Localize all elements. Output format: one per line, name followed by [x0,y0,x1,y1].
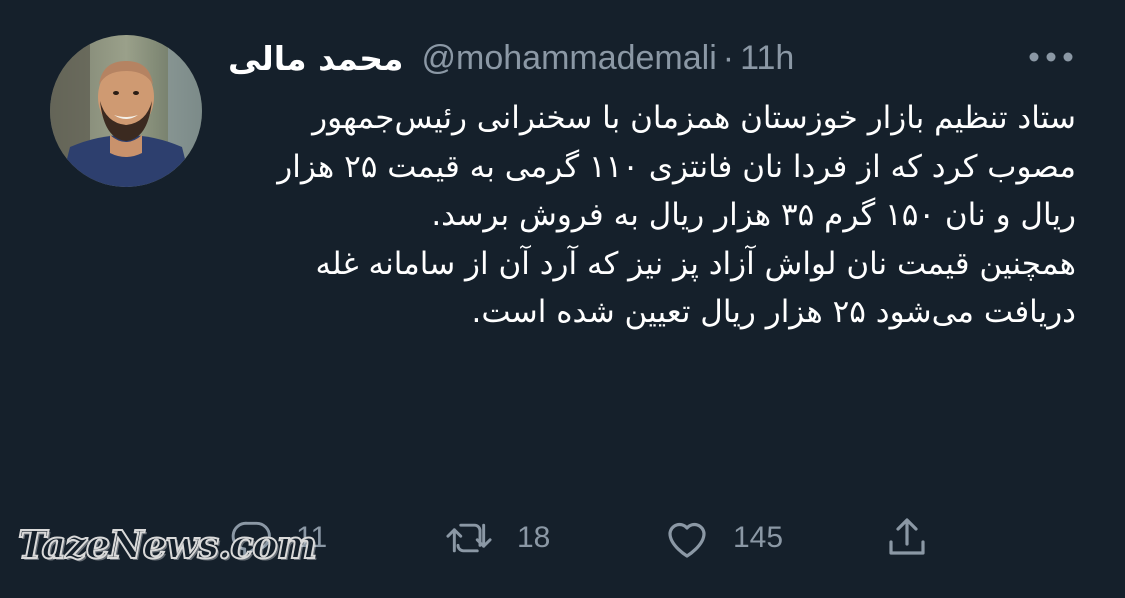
avatar-image [50,35,202,187]
share-icon [889,518,925,555]
more-icon [1029,52,1073,62]
heart-icon [668,522,706,558]
tweet-header: محمد مالی @mohammademali · 11h [228,30,794,86]
retweet-count: 18 [517,521,551,554]
separator-dot: · [722,38,735,77]
avatar[interactable] [50,35,202,187]
tweet-text: ستاد تنظیم بازار خوزستان همزمان با سخنرا… [250,94,1076,337]
more-options-button[interactable] [1026,40,1076,74]
user-handle[interactable]: @mohammademali [422,39,717,78]
like-button[interactable]: 145 [663,510,783,566]
tweet-paragraph: ستاد تنظیم بازار خوزستان همزمان با سخنرا… [277,100,1076,233]
share-button[interactable] [882,510,932,566]
retweet-button[interactable]: 18 [443,510,550,566]
retweet-icon [446,523,492,553]
tweet-paragraph: همچنین قیمت نان لواش آزاد پز نیز که آرد … [315,245,1076,331]
tweet-timestamp[interactable]: 11h [740,39,794,78]
like-count: 145 [733,521,784,554]
watermark: TazeNews.com [17,521,318,568]
display-name[interactable]: محمد مالی [228,39,404,78]
